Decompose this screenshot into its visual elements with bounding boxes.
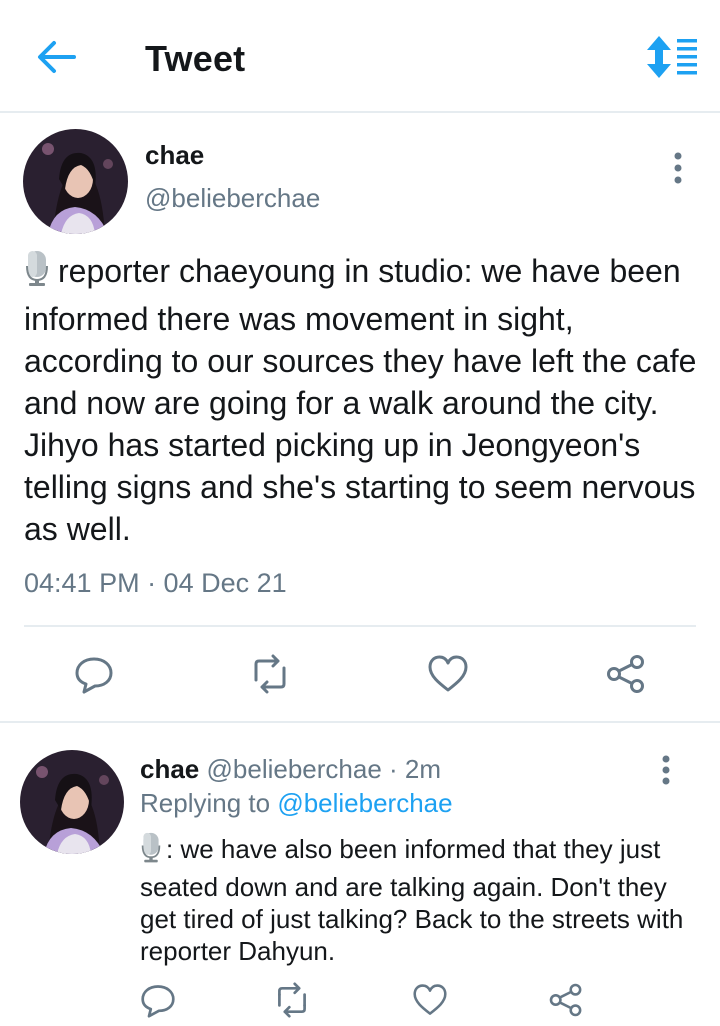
reply-body: : we have also been informed that they j… — [140, 834, 684, 966]
share-icon — [607, 655, 644, 693]
author-name[interactable]: chae — [145, 140, 204, 171]
share-button[interactable] — [604, 652, 648, 696]
author-handle[interactable]: @belieberchae — [145, 183, 320, 214]
tweet-body: reporter chaeyoung in studio: we have be… — [24, 253, 697, 547]
like-button[interactable] — [426, 652, 470, 696]
reply-meta: @belieberchae · 2m — [206, 754, 442, 784]
tweet-text: reporter chaeyoung in studio: we have be… — [24, 250, 704, 550]
reply-more-options-icon[interactable] — [656, 754, 676, 794]
top-bar: Tweet — [0, 0, 720, 113]
share-icon — [549, 983, 582, 1017]
retweet-icon — [254, 654, 286, 694]
more-options-icon[interactable] — [668, 150, 688, 190]
reply-share-button[interactable] — [546, 980, 586, 1020]
reply-button[interactable] — [72, 652, 116, 696]
avatar[interactable] — [23, 129, 128, 234]
reply-reply-button[interactable] — [138, 980, 178, 1020]
reply-text: : we have also been informed that they j… — [140, 832, 700, 967]
reply-retweet-button[interactable] — [272, 980, 312, 1020]
replying-to-handle[interactable]: @belieberchae — [277, 788, 452, 818]
heart-icon — [413, 984, 447, 1015]
back-button[interactable] — [34, 37, 78, 77]
reply-icon — [75, 657, 113, 694]
page-title: Tweet — [145, 38, 246, 79]
reply-author-name[interactable]: chae — [140, 754, 199, 784]
sort-button[interactable] — [642, 34, 700, 80]
reply-icon — [141, 985, 175, 1018]
divider — [24, 625, 696, 627]
retweet-button[interactable] — [248, 652, 292, 696]
reply-like-button[interactable] — [410, 980, 450, 1020]
heart-icon — [428, 655, 468, 692]
retweet-icon — [278, 982, 306, 1018]
sort-icon — [647, 36, 697, 78]
reply-header: chae @belieberchae · 2m — [140, 754, 441, 785]
reply-avatar[interactable] — [20, 750, 124, 854]
microphone-icon — [140, 832, 162, 871]
replying-to: Replying to @belieberchae — [140, 788, 453, 819]
tweet-timestamp[interactable]: 04:41 PM · 04 Dec 21 — [24, 568, 287, 599]
replying-to-label: Replying to — [140, 788, 271, 818]
arrow-left-icon — [38, 41, 76, 73]
microphone-icon — [24, 250, 50, 298]
section-divider — [0, 721, 720, 723]
